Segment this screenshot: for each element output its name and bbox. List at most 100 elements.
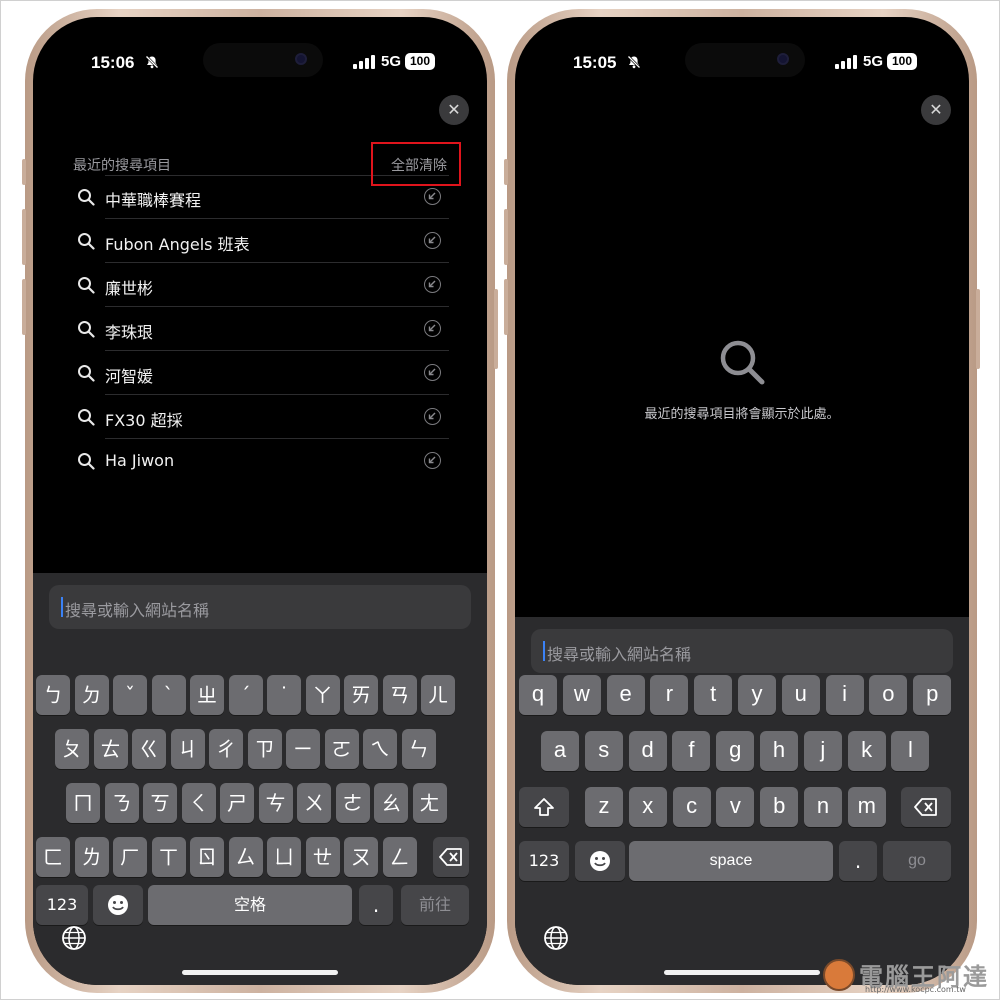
key-t[interactable]: t [694, 675, 733, 715]
key-b[interactable]: b [760, 787, 799, 827]
key-6[interactable]: ㄩ [267, 837, 301, 877]
key-4[interactable]: ㄓ [190, 675, 224, 715]
number-mode-button[interactable]: 123 [519, 841, 569, 881]
key-h[interactable]: h [760, 731, 798, 771]
key-u[interactable]: u [781, 675, 820, 715]
key-5[interactable]: ˊ [228, 675, 263, 715]
fill-in-arrow-icon[interactable] [424, 232, 441, 249]
key-2[interactable]: ㄎ [143, 783, 177, 823]
key-v[interactable]: v [716, 787, 755, 827]
number-mode-button[interactable]: 123 [36, 885, 88, 925]
key-l[interactable]: l [891, 731, 930, 771]
key-0[interactable]: ㄈ [36, 837, 70, 877]
key-3[interactable]: ㄐ [170, 729, 205, 769]
key-z[interactable]: z [585, 787, 623, 827]
key-9[interactable]: ㄣ [401, 729, 436, 769]
key-4[interactable]: ㄕ [220, 783, 254, 823]
key-e[interactable]: e [606, 675, 645, 715]
key-1[interactable]: ㄌ [74, 837, 109, 877]
key-q[interactable]: q [519, 675, 557, 715]
delete-button[interactable] [901, 787, 951, 827]
fill-in-arrow-icon[interactable] [424, 188, 441, 205]
recent-search-item[interactable]: 河智媛 [73, 351, 449, 395]
globe-icon[interactable] [61, 925, 87, 951]
key-3[interactable]: ˋ [151, 675, 186, 715]
key-6[interactable]: ˙ [267, 675, 301, 715]
key-6[interactable]: ㄧ [286, 729, 320, 769]
address-bar[interactable]: 搜尋或輸入網站名稱 [49, 585, 471, 629]
key-j[interactable]: j [803, 731, 842, 771]
key-g[interactable]: g [716, 731, 755, 771]
key-4[interactable]: ㄖ [190, 837, 224, 877]
key-2[interactable]: ˇ [113, 675, 147, 715]
recent-search-item[interactable]: FX30 超採 [73, 395, 449, 439]
go-button[interactable]: 前往 [401, 885, 469, 925]
fill-in-arrow-icon[interactable] [424, 452, 441, 469]
close-button[interactable]: ✕ [439, 95, 469, 125]
key-n[interactable]: n [804, 787, 842, 827]
key-9[interactable]: ㄥ [382, 837, 417, 877]
key-10[interactable]: ㄦ [421, 675, 455, 715]
key-i[interactable]: i [825, 675, 864, 715]
key-8[interactable]: ㄡ [344, 837, 378, 877]
recent-search-item[interactable]: 李珠珢 [73, 307, 449, 351]
emoji-button[interactable] [93, 885, 143, 925]
fill-in-arrow-icon[interactable] [424, 408, 441, 425]
recent-search-item[interactable]: 廉世彬 [73, 263, 449, 307]
key-1[interactable]: ㄉ [74, 675, 109, 715]
key-a[interactable]: a [541, 731, 579, 771]
key-8[interactable]: ㄠ [374, 783, 408, 823]
home-indicator[interactable] [182, 970, 338, 975]
shift-button[interactable] [519, 787, 569, 827]
recent-search-item[interactable]: Ha Jiwon [73, 439, 449, 483]
key-2[interactable]: ㄍ [132, 729, 166, 769]
fill-in-arrow-icon[interactable] [424, 364, 441, 381]
space-button[interactable]: 空格 [148, 885, 352, 925]
close-button[interactable]: ✕ [921, 95, 951, 125]
key-w[interactable]: w [562, 675, 601, 715]
address-bar[interactable]: 搜尋或輸入網站名稱 [531, 629, 953, 673]
fill-in-arrow-icon[interactable] [424, 276, 441, 293]
key-x[interactable]: x [628, 787, 667, 827]
period-key[interactable]: . [359, 885, 393, 925]
key-1[interactable]: ㄋ [104, 783, 139, 823]
key-f[interactable]: f [672, 731, 711, 771]
key-9[interactable]: ㄢ [382, 675, 417, 715]
key-3[interactable]: ㄒ [151, 837, 186, 877]
key-5[interactable]: ㄙ [228, 837, 263, 877]
globe-icon[interactable] [543, 925, 569, 951]
go-button[interactable]: go [883, 841, 951, 881]
recent-search-item[interactable]: Fubon Angels 班表 [73, 219, 449, 263]
key-d[interactable]: d [628, 731, 667, 771]
key-p[interactable]: p [913, 675, 952, 715]
key-3[interactable]: ㄑ [181, 783, 216, 823]
key-0[interactable]: ㄇ [66, 783, 100, 823]
key-c[interactable]: c [672, 787, 711, 827]
fill-in-arrow-icon[interactable] [424, 320, 441, 337]
key-m[interactable]: m [847, 787, 886, 827]
key-0[interactable]: ㄅ [36, 675, 70, 715]
key-9[interactable]: ㄤ [412, 783, 447, 823]
home-indicator[interactable] [664, 970, 820, 975]
key-7[interactable]: ㄝ [305, 837, 340, 877]
key-o[interactable]: o [869, 675, 908, 715]
delete-button[interactable] [433, 837, 469, 877]
key-r[interactable]: r [650, 675, 689, 715]
key-4[interactable]: ㄔ [209, 729, 243, 769]
key-6[interactable]: ㄨ [297, 783, 331, 823]
key-y[interactable]: y [738, 675, 776, 715]
key-7[interactable]: ㄜ [335, 783, 370, 823]
key-7[interactable]: ㄛ [324, 729, 359, 769]
key-k[interactable]: k [847, 731, 886, 771]
key-1[interactable]: ㄊ [93, 729, 128, 769]
emoji-button[interactable] [575, 841, 625, 881]
space-button[interactable]: space [629, 841, 833, 881]
period-key[interactable]: . [839, 841, 877, 881]
key-8[interactable]: ㄟ [363, 729, 397, 769]
key-5[interactable]: ㄘ [258, 783, 293, 823]
key-7[interactable]: ㄚ [305, 675, 340, 715]
key-8[interactable]: ㄞ [344, 675, 378, 715]
key-5[interactable]: ㄗ [247, 729, 282, 769]
key-s[interactable]: s [584, 731, 623, 771]
key-0[interactable]: ㄆ [55, 729, 89, 769]
